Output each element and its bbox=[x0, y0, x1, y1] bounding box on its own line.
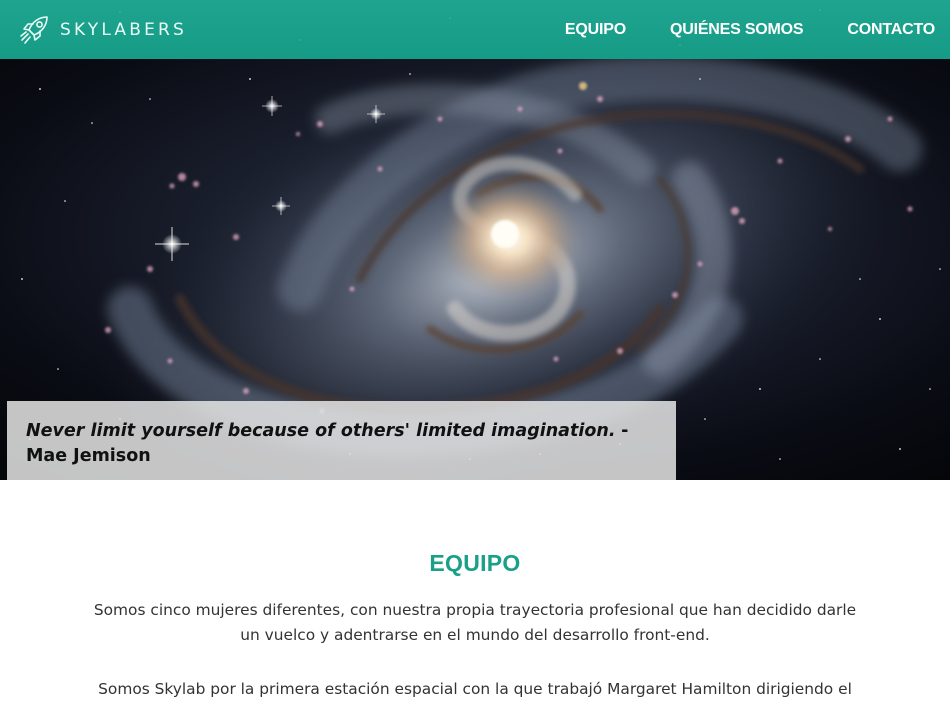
brand-name: SKYLABERS bbox=[60, 20, 188, 40]
top-navbar: SKYLABERS EQUIPO QUIÉNES SOMOS CONTACTO bbox=[0, 0, 950, 59]
nav-link-equipo[interactable]: EQUIPO bbox=[565, 21, 626, 39]
quote-text: Never limit yourself because of others' … bbox=[26, 421, 616, 441]
section-title: EQUIPO bbox=[429, 550, 521, 576]
hero-banner: Never limit yourself because of others' … bbox=[0, 59, 950, 480]
main-nav: EQUIPO QUIÉNES SOMOS CONTACTO bbox=[521, 0, 935, 59]
hero-quote: Never limit yourself because of others' … bbox=[26, 419, 656, 469]
equipo-section: EQUIPO Somos cinco mujeres diferentes, c… bbox=[0, 480, 950, 699]
nav-link-contacto[interactable]: CONTACTO bbox=[847, 21, 935, 39]
brand-logo-link[interactable]: SKYLABERS bbox=[17, 12, 187, 48]
section-paragraph: Somos cinco mujeres diferentes, con nues… bbox=[93, 601, 857, 644]
section-paragraph: Somos Skylab por la primera estación esp… bbox=[98, 680, 852, 698]
nav-link-quienes-somos[interactable]: QUIÉNES SOMOS bbox=[670, 21, 804, 39]
rocket-icon bbox=[20, 16, 48, 44]
quote-box: Never limit yourself because of others' … bbox=[7, 401, 676, 480]
